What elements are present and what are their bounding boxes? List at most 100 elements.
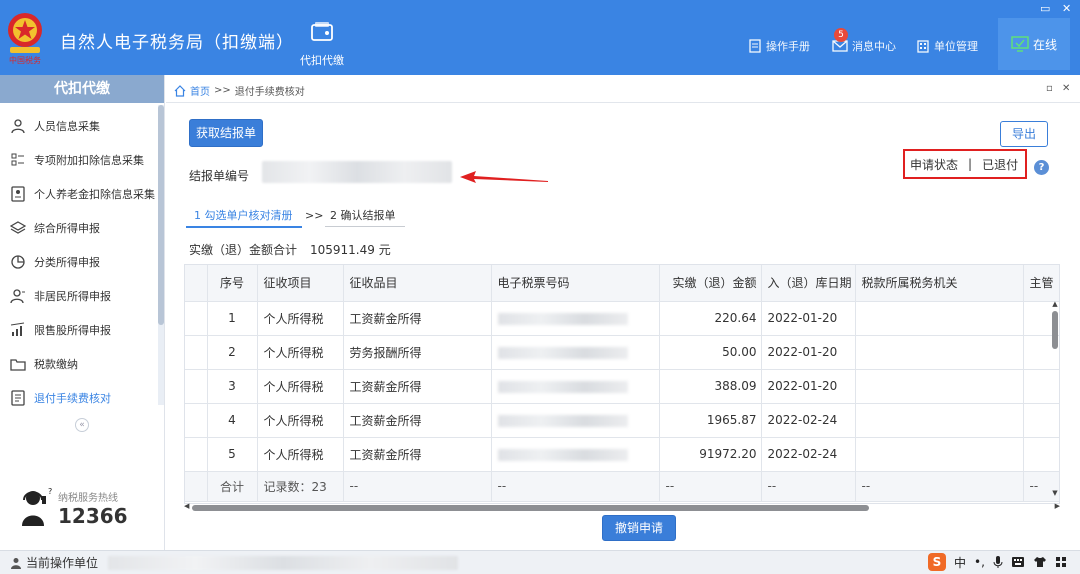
breadcrumb-home[interactable]: 首页: [190, 83, 210, 98]
person-outline-icon: [10, 289, 25, 304]
cell-date: 2022-02-24: [761, 403, 856, 438]
scroll-down-icon[interactable]: ▼: [1050, 489, 1060, 497]
sidebar-item-comprehensive[interactable]: 综合所得申报: [0, 211, 158, 245]
table-horizontal-scrollbar[interactable]: ◀ ▶: [184, 502, 1060, 513]
sidebar-item-nonresident[interactable]: 非居民所得申报: [0, 279, 158, 313]
collapse-sidebar-icon[interactable]: «: [75, 418, 89, 432]
cell-no: 4: [207, 403, 258, 438]
sidebar-item-restricted-stock[interactable]: 限售股所得申报: [0, 313, 158, 347]
scroll-left-icon[interactable]: ◀: [184, 502, 189, 510]
help-icon[interactable]: ?: [1034, 160, 1049, 175]
table-footer-row: 合计 记录数：23 -- -- -- -- -- --: [185, 471, 1059, 502]
microphone-icon[interactable]: [993, 555, 1003, 569]
sidebar-scrollbar[interactable]: [158, 105, 164, 405]
sidebar-item-fee-refund[interactable]: 退付手续费核对: [0, 381, 158, 415]
online-label: 在线: [1032, 37, 1057, 52]
column-header[interactable]: 主管: [1023, 265, 1059, 302]
shirt-icon[interactable]: [1033, 556, 1047, 568]
table-row[interactable]: 4 个人所得税 工资薪金所得 1965.87 2022-02-24: [185, 403, 1059, 438]
id-card-icon: [11, 186, 25, 202]
cell-category: 工资薪金所得: [343, 301, 492, 336]
cell-date: 2022-01-20: [761, 335, 856, 370]
cell-amount: 388.09: [659, 369, 762, 404]
status-separator: |: [968, 157, 973, 171]
table-vertical-scrollbar[interactable]: ▲ ▼: [1050, 300, 1060, 500]
cell-item: 个人所得税: [257, 403, 344, 438]
statement-no-label: 结报单编号: [189, 169, 250, 183]
cell-category: 工资薪金所得: [343, 437, 492, 472]
pane-restore-icon[interactable]: ▫: [1046, 83, 1053, 94]
cell-item: 个人所得税: [257, 437, 344, 472]
cell-date: 2022-02-24: [761, 437, 856, 472]
column-header[interactable]: 电子税票号码: [491, 265, 660, 302]
footer-dash: --: [343, 471, 492, 502]
sidebar-item-special-deduction[interactable]: 专项附加扣除信息采集: [0, 143, 158, 177]
sogou-logo-icon[interactable]: S: [928, 553, 946, 571]
annotation-arrow-icon: [460, 171, 548, 183]
footer-dash: --: [491, 471, 660, 502]
nav-withholding[interactable]: 代扣代缴: [288, 0, 356, 75]
table-hscroll-thumb[interactable]: [192, 505, 869, 511]
cell-ticket-no: [491, 369, 660, 404]
footer-dash: --: [659, 471, 762, 502]
column-header[interactable]: 入（退）库日期: [761, 265, 856, 302]
unit-mgmt-link[interactable]: 单位管理: [916, 38, 978, 54]
user-icon: [11, 557, 21, 569]
sidebar-item-personnel[interactable]: 人员信息采集: [0, 109, 158, 143]
column-header[interactable]: 征收项目: [257, 265, 344, 302]
cell-tax-authority: [855, 437, 1024, 472]
sidebar-scroll-thumb[interactable]: [158, 105, 164, 325]
cell-item: 个人所得税: [257, 335, 344, 370]
table-vscroll-thumb[interactable]: [1052, 311, 1058, 349]
grid-menu-icon[interactable]: [1055, 556, 1067, 568]
export-button[interactable]: 导出: [1000, 121, 1048, 147]
step-2-tab[interactable]: 2 确认结报单: [330, 207, 396, 223]
sidebar-item-label: 人员信息采集: [34, 120, 100, 133]
home-icon[interactable]: [174, 84, 186, 97]
table-row[interactable]: 5 个人所得税 工资薪金所得 91972.20 2022-02-24: [185, 437, 1059, 472]
column-header[interactable]: 实缴（退）金额: [659, 265, 762, 302]
cell-date: 2022-01-20: [761, 301, 856, 336]
manual-link[interactable]: 操作手册: [748, 38, 810, 54]
statement-no-field[interactable]: [262, 161, 452, 183]
hotline-label: 纳税服务热线: [58, 492, 118, 504]
sidebar-item-tax-payment[interactable]: 税款缴纳: [0, 347, 158, 381]
total-amount-value: 105911.49 元: [310, 243, 391, 257]
sidebar-item-label: 专项附加扣除信息采集: [34, 154, 144, 167]
online-status-button[interactable]: 在线: [998, 18, 1070, 70]
total-amount-label: 实缴（退）金额合计: [189, 243, 298, 257]
column-header[interactable]: 税款所属税务机关: [855, 265, 1024, 302]
table-row[interactable]: 3 个人所得税 工资薪金所得 388.09 2022-01-20: [185, 369, 1059, 404]
table-row[interactable]: 1 个人所得税 工资薪金所得 220.64 2022-01-20: [185, 301, 1059, 336]
get-statement-button[interactable]: 获取结报单: [189, 119, 263, 147]
column-header[interactable]: 序号: [207, 265, 258, 302]
current-unit-value: [108, 555, 459, 570]
sidebar-item-label: 个人养老金扣除信息采集: [34, 188, 155, 201]
current-unit-label: 当前操作单位: [26, 556, 99, 570]
window-restore-icon[interactable]: ▭: [1040, 2, 1050, 15]
step-1-tab[interactable]: 1 勾选单户核对清册: [194, 207, 293, 223]
keyboard-icon[interactable]: [1011, 556, 1025, 568]
application-status-box: 申请状态 | 已退付: [903, 149, 1027, 179]
ime-toolbar[interactable]: S 中 •,: [928, 552, 1067, 572]
cell-tax-authority: [855, 403, 1024, 438]
step-separator: >>: [305, 209, 324, 222]
cell-amount: 1965.87: [659, 403, 762, 438]
table-row[interactable]: 2 个人所得税 劳务报酬所得 50.00 2022-01-20: [185, 335, 1059, 370]
cell-ticket-no: [491, 335, 660, 370]
ime-lang[interactable]: 中: [954, 554, 966, 571]
scroll-up-icon[interactable]: ▲: [1050, 300, 1060, 308]
cell-tax-authority: [855, 335, 1024, 370]
window-close-icon[interactable]: ✕: [1062, 2, 1071, 15]
sidebar-item-pension-deduction[interactable]: 个人养老金扣除信息采集: [0, 177, 158, 211]
column-header[interactable]: 征收品目: [343, 265, 492, 302]
pie-chart-icon: [11, 255, 25, 269]
pane-close-icon[interactable]: ✕: [1062, 83, 1070, 94]
svg-text:?: ?: [48, 488, 52, 496]
building-icon: [917, 40, 929, 53]
scroll-right-icon[interactable]: ▶: [1055, 502, 1060, 510]
sidebar-item-classified[interactable]: 分类所得申报: [0, 245, 158, 279]
cancel-application-button[interactable]: 撤销申请: [602, 515, 676, 541]
breadcrumb-current: 退付手续费核对: [234, 87, 305, 98]
punctuation-icon[interactable]: •,: [974, 555, 985, 569]
